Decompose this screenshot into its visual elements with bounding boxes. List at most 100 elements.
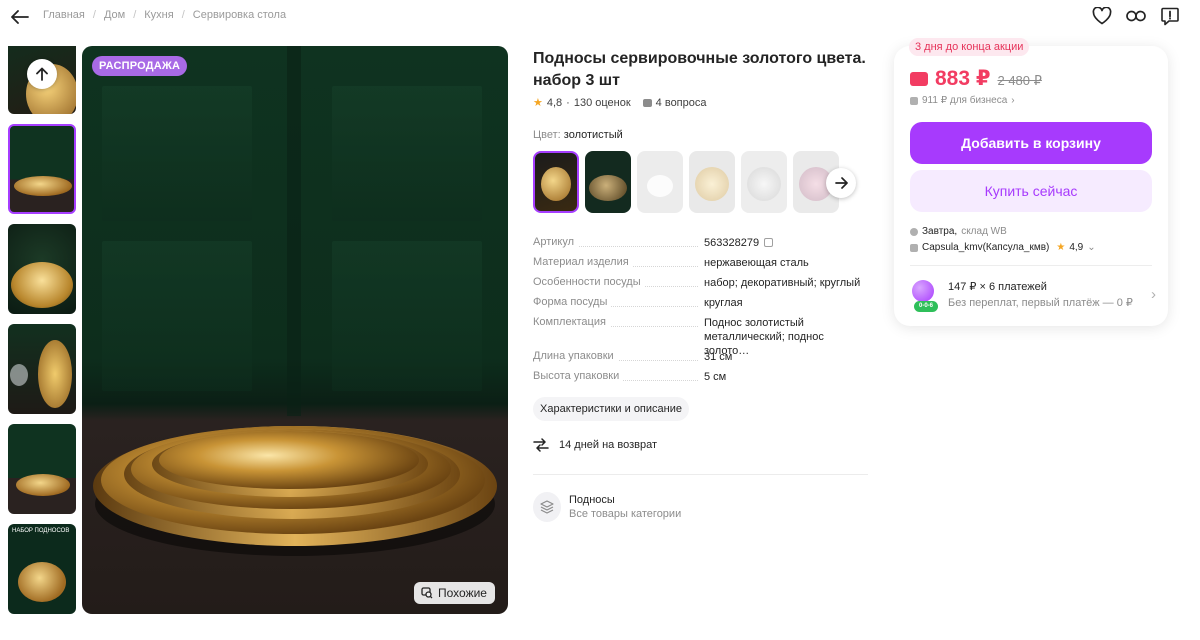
spec-row: Длина упаковки 31 см (533, 350, 868, 364)
briefcase-icon (910, 96, 918, 105)
spec-key: Высота упаковки (533, 370, 624, 382)
spec-value: 31 см (704, 351, 733, 363)
report-button[interactable] (1160, 5, 1180, 27)
breadcrumb-dom[interactable]: Дом (104, 9, 125, 21)
seller-name[interactable]: Capsula_kmv(Капсула_кмв) (922, 240, 1049, 256)
installment-main: 147 ₽ × 6 платежей (948, 281, 1047, 293)
thumbnail-3[interactable] (8, 224, 76, 314)
link-icon (1126, 10, 1146, 22)
wallet-icon (910, 72, 928, 86)
spec-key: Особенности посуды (533, 276, 645, 288)
spec-row: Артикул 563328279 (533, 236, 868, 250)
spec-value: нержавеющая сталь (704, 257, 809, 269)
characteristics-button[interactable]: Характеристики и описание (533, 397, 689, 421)
main-product-image[interactable] (82, 46, 508, 614)
category-subtitle: Все товары категории (569, 508, 682, 520)
star-icon: ★ (533, 97, 543, 109)
spec-row: Особенности посуды набор; декоративный; … (533, 276, 868, 290)
variant-3[interactable] (637, 151, 683, 213)
chevron-right-icon: › (1151, 286, 1156, 303)
installment-logo: 0-0-6 (910, 280, 938, 314)
promo-badge: 3 дня до конца акции (909, 38, 1030, 56)
price-line: 883 ₽ 2 480 ₽ (910, 66, 1042, 91)
rating-line: ★ 4,8 · 130 оценок 4 вопроса (533, 96, 707, 110)
add-to-cart-button[interactable]: Добавить в корзину (910, 122, 1152, 164)
rating-value: 4,8 (546, 96, 563, 109)
spec-key: Артикул (533, 236, 579, 248)
heart-icon (1092, 7, 1112, 25)
divider (533, 474, 868, 475)
installment-sub: Без переплат, первый платёж — 0 ₽ (948, 297, 1133, 309)
arrow-left-icon (11, 10, 29, 24)
product-photo (93, 46, 497, 556)
spec-key: Материал изделия (533, 256, 633, 268)
spec-value: круглая (704, 297, 743, 309)
installment-offer[interactable]: 0-0-6 147 ₽ × 6 платежей Без переплат, п… (910, 280, 1156, 314)
seller-rating: 4,9 (1069, 242, 1084, 253)
star-icon: ★ (1056, 242, 1066, 253)
variant-4[interactable] (689, 151, 735, 213)
spec-key: Форма посуды (533, 296, 612, 308)
copy-icon[interactable] (764, 238, 774, 247)
spec-row: Материал изделия нержавеющая сталь (533, 256, 868, 270)
report-icon (1161, 7, 1179, 25)
spec-key: Комплектация (533, 316, 610, 328)
return-icon (533, 438, 549, 452)
category-link[interactable]: Подносы Все товары категории (533, 492, 681, 522)
current-price: 883 ₽ (935, 67, 991, 90)
buy-now-button[interactable]: Купить сейчас (910, 170, 1152, 212)
arrow-right-icon (834, 177, 848, 189)
breadcrumb-kitchen[interactable]: Кухня (144, 9, 173, 21)
thumbnail-4[interactable] (8, 324, 76, 414)
similar-label: Похожие (438, 586, 487, 600)
share-link-button[interactable] (1126, 5, 1146, 27)
breadcrumb: Главная / Дом / Кухня / Сервировка стола (43, 9, 287, 21)
shop-icon (910, 244, 918, 252)
spec-value: 5 см (704, 371, 727, 383)
location-icon (910, 228, 918, 236)
questions-link[interactable]: 4 вопроса (656, 97, 707, 109)
layers-icon (540, 500, 554, 514)
delivery-info: Завтра, склад WB Capsula_kmv(Капсула_кмв)… (910, 224, 1096, 256)
variant-2[interactable] (585, 151, 631, 213)
thumbnail-5[interactable] (8, 424, 76, 514)
color-label: Цвет: золотистый (533, 129, 623, 141)
article-value: 563328279 (704, 237, 760, 249)
category-icon (533, 492, 561, 522)
delivery-day: Завтра, (922, 226, 958, 237)
return-text: 14 дней на возврат (559, 439, 657, 451)
breadcrumb-home[interactable]: Главная (43, 9, 85, 21)
category-name: Подносы (569, 494, 615, 506)
chevron-right-icon: › (1011, 95, 1015, 106)
return-info: 14 дней на возврат (533, 438, 657, 452)
back-button[interactable] (8, 6, 32, 28)
product-title: Подносы сервировочные золотого цвета. на… (533, 50, 866, 89)
old-price: 2 480 ₽ (997, 73, 1042, 88)
color-variants (533, 151, 839, 213)
thumbnail-caption: НАБОР ПОДНОСОВ (12, 528, 70, 534)
similar-button[interactable]: Похожие (414, 582, 495, 604)
spec-row: Форма посуды круглая (533, 296, 868, 310)
chevron-down-icon: ⌄ (1087, 242, 1096, 253)
delivery-warehouse: склад WB (961, 226, 1007, 237)
color-value: золотистый (563, 129, 623, 141)
business-price[interactable]: 911 ₽ для бизнеса › (910, 95, 1015, 106)
spec-value: набор; декоративный; круглый (704, 277, 861, 289)
variants-next-button[interactable] (826, 168, 856, 198)
reviews-link[interactable]: 130 оценок (574, 97, 631, 109)
divider (910, 265, 1152, 266)
favorite-button[interactable] (1092, 5, 1112, 27)
top-actions (1092, 5, 1180, 27)
spec-row: Высота упаковки 5 см (533, 370, 868, 384)
arrow-up-icon (36, 67, 48, 81)
breadcrumb-tableware[interactable]: Сервировка стола (193, 9, 286, 21)
sale-badge: РАСПРОДАЖА (92, 56, 188, 76)
similar-icon (421, 587, 433, 599)
thumbnail-6[interactable]: НАБОР ПОДНОСОВ (8, 524, 76, 614)
thumbnail-2[interactable] (8, 124, 76, 214)
thumbnails-scroll-up-button[interactable] (27, 59, 57, 89)
thumbnail-list[interactable]: НАБОР ПОДНОСОВ (8, 46, 76, 616)
question-icon (642, 98, 652, 107)
variant-1[interactable] (533, 151, 579, 213)
variant-5[interactable] (741, 151, 787, 213)
